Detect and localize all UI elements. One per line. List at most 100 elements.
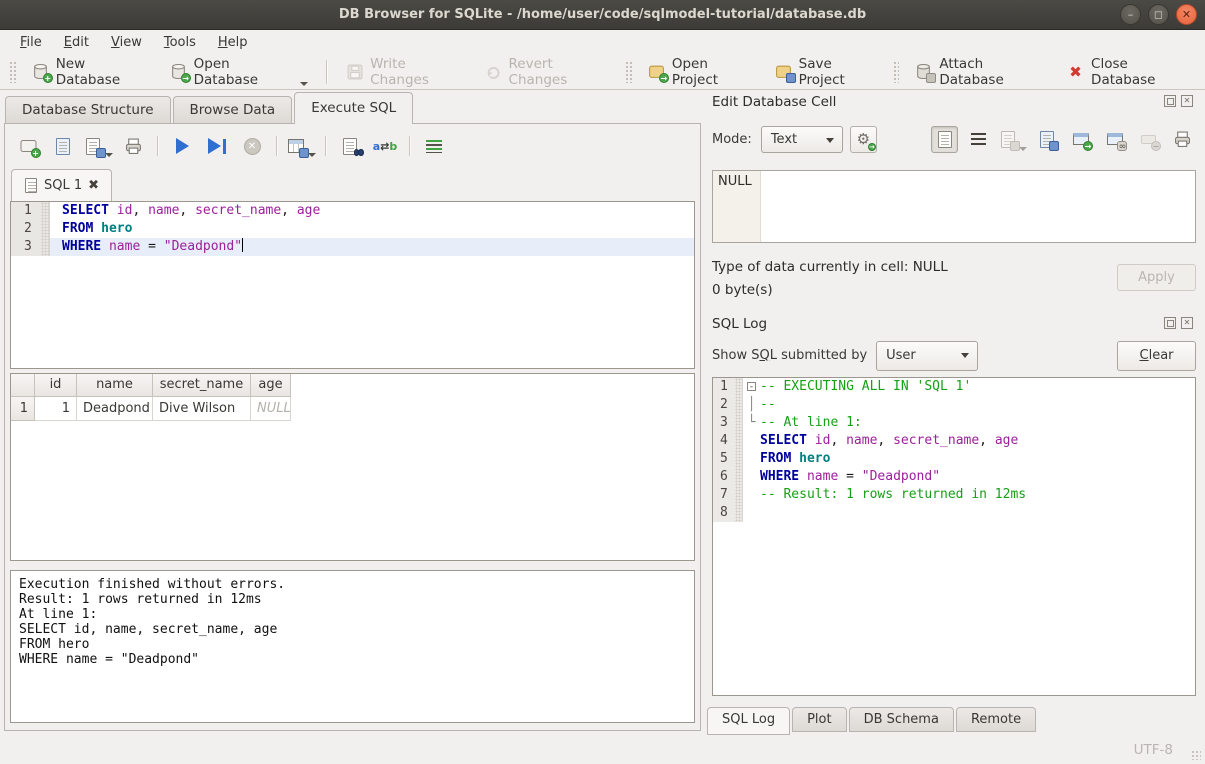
print-sql-button[interactable] xyxy=(120,133,146,159)
mode-select[interactable]: Text xyxy=(761,126,843,153)
open-sql-file-button[interactable] xyxy=(50,133,76,159)
menu-item-tools[interactable]: Tools xyxy=(154,33,206,52)
open-project-button[interactable]: → Open Project xyxy=(639,52,762,92)
sql-toolbar-separator xyxy=(276,136,277,156)
execute-sql-page: + ✕ xyxy=(4,123,701,731)
toolbar-grip[interactable] xyxy=(893,61,900,83)
toolbar-grip[interactable] xyxy=(9,61,16,83)
new-database-button[interactable]: + New Database xyxy=(23,52,157,92)
column-header-id[interactable]: id xyxy=(35,374,77,397)
log-line: 5FROM hero xyxy=(713,450,1195,468)
line-number: 7 xyxy=(713,486,735,504)
line-number: 5 xyxy=(713,450,735,468)
format-sql-button[interactable] xyxy=(421,133,447,159)
sql-log-view[interactable]: 1--- EXECUTING ALL IN 'SQL 1'2│--3└-- At… xyxy=(712,377,1196,696)
close-button[interactable]: ✕ xyxy=(1176,4,1197,25)
results-corner-cell xyxy=(11,374,35,397)
dock-close-icon[interactable]: ✕ xyxy=(1181,317,1193,329)
toolbar-grip[interactable] xyxy=(625,61,632,83)
open-database-button[interactable]: → Open Database xyxy=(161,52,317,92)
log-line: 7-- Result: 1 rows returned in 12ms xyxy=(713,486,1195,504)
column-header-secret-name[interactable]: secret_name xyxy=(153,374,251,397)
tab-database-structure[interactable]: Database Structure xyxy=(5,96,171,123)
save-project-button[interactable]: Save Project xyxy=(766,52,886,92)
stop-execution-button: ✕ xyxy=(239,133,265,159)
column-header-age[interactable]: age xyxy=(251,374,291,397)
fold-margin xyxy=(743,504,760,522)
cell-value-editor[interactable]: NULL xyxy=(712,170,1196,243)
menu-item-help[interactable]: Help xyxy=(208,33,258,52)
fold-margin[interactable]: - xyxy=(743,378,760,396)
close-tab-icon[interactable]: ✖ xyxy=(88,178,99,193)
line-number: 3 xyxy=(713,414,735,432)
bottom-tab-plot[interactable]: Plot xyxy=(792,707,847,732)
dock-float-icon[interactable] xyxy=(1164,317,1176,329)
save-results-dropdown-caret[interactable] xyxy=(308,153,316,157)
sql-toolbar-separator xyxy=(409,136,410,156)
sql-toolbar-separator xyxy=(325,136,326,156)
save-file-dropdown-caret[interactable] xyxy=(105,153,113,157)
bottom-tab-db-schema[interactable]: DB Schema xyxy=(849,707,954,732)
results-table[interactable]: idnamesecret_nameage11DeadpondDive Wilso… xyxy=(10,373,695,561)
new-sql-tab-button[interactable]: + xyxy=(15,133,41,159)
word-wrap-button[interactable] xyxy=(965,126,992,153)
editor-margin xyxy=(41,202,50,220)
tab-execute-sql[interactable]: Execute SQL xyxy=(294,92,413,124)
find-replace-button[interactable]: a⇄b xyxy=(372,133,398,159)
mode-label: Mode: xyxy=(712,132,752,147)
log-margin xyxy=(735,486,743,504)
log-text xyxy=(760,504,1195,522)
table-cell[interactable]: 1 xyxy=(35,397,77,421)
table-cell[interactable]: NULL xyxy=(251,397,291,421)
find-button[interactable] xyxy=(337,133,363,159)
cell-value-area[interactable] xyxy=(761,171,1195,242)
sql-editor[interactable]: 1SELECT id, name, secret_name, age2FROM … xyxy=(10,201,695,369)
log-line: 8 xyxy=(713,504,1195,522)
table-cell[interactable]: Dive Wilson xyxy=(153,397,251,421)
execute-line-button[interactable] xyxy=(204,133,230,159)
new-database-icon: + xyxy=(31,62,50,81)
write-changes-icon xyxy=(345,62,364,81)
execution-message-box[interactable]: Execution finished without errors. Resul… xyxy=(10,570,695,723)
cell-null-indicator: NULL xyxy=(713,171,761,242)
log-margin xyxy=(735,504,743,522)
table-cell[interactable]: Deadpond xyxy=(77,397,153,421)
apply-auto-button[interactable]: ⚙→ xyxy=(850,126,877,153)
save-sql-file-button[interactable] xyxy=(85,133,111,159)
attach-database-button[interactable]: Attach Database xyxy=(906,52,1054,92)
export-data-button[interactable] xyxy=(1033,126,1060,153)
log-line: 6WHERE name = "Deadpond" xyxy=(713,468,1195,486)
tab-browse-data[interactable]: Browse Data xyxy=(173,96,293,123)
log-margin xyxy=(735,414,743,432)
sql-file-tab[interactable]: SQL 1 ✖ xyxy=(11,169,112,201)
submitted-by-select[interactable]: User xyxy=(876,341,978,371)
fold-collapse-icon[interactable]: - xyxy=(747,382,756,391)
open-external-button[interactable]: → xyxy=(1067,126,1094,153)
bottom-tab-remote[interactable]: Remote xyxy=(956,707,1036,732)
open-database-dropdown-caret[interactable] xyxy=(300,82,308,86)
dock-float-icon[interactable] xyxy=(1164,95,1176,107)
sql-editor-toolbar: + ✕ xyxy=(15,133,447,159)
clear-log-button[interactable]: Clear xyxy=(1117,341,1196,371)
save-results-button[interactable] xyxy=(288,133,314,159)
text-mode-button[interactable] xyxy=(931,126,958,153)
line-number: 4 xyxy=(713,432,735,450)
import-data-button xyxy=(999,126,1026,153)
menu-item-file[interactable]: File xyxy=(10,33,52,52)
menu-item-view[interactable]: View xyxy=(101,33,152,52)
dock-close-icon[interactable]: ✕ xyxy=(1181,95,1193,107)
execute-all-button[interactable] xyxy=(169,133,195,159)
minimize-button[interactable]: – xyxy=(1120,4,1141,25)
resize-grip[interactable] xyxy=(1191,750,1201,760)
bottom-tab-sql-log[interactable]: SQL Log xyxy=(707,707,790,735)
titlebar: DB Browser for SQLite - /home/user/code/… xyxy=(0,0,1205,30)
row-header[interactable]: 1 xyxy=(11,397,35,421)
close-database-button[interactable]: ✖ Close Database xyxy=(1058,52,1199,92)
maximize-button[interactable]: ◻ xyxy=(1148,4,1169,25)
print-cell-button[interactable] xyxy=(1169,126,1196,153)
log-text: -- At line 1: xyxy=(760,414,1195,432)
column-header-name[interactable]: name xyxy=(77,374,153,397)
menu-item-edit[interactable]: Edit xyxy=(54,33,99,52)
copy-link-button[interactable]: ∞ xyxy=(1101,126,1128,153)
execute-all-icon xyxy=(173,137,192,156)
